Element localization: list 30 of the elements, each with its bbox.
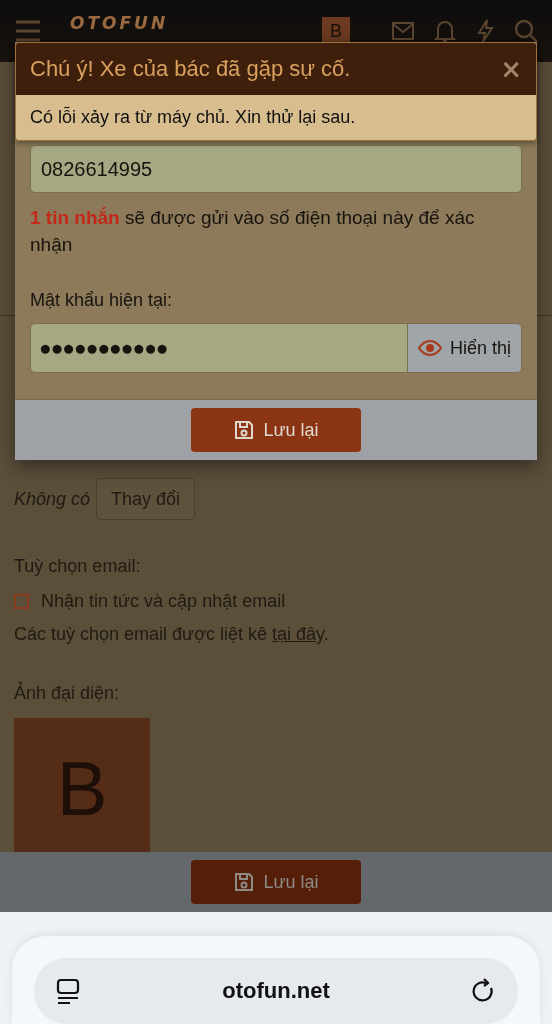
save-button[interactable]: Lưu lại bbox=[191, 860, 361, 904]
save-icon bbox=[233, 419, 256, 441]
password-label: Mật khẩu hiện tại: bbox=[30, 290, 174, 311]
password-field[interactable]: ●●●●●●●●●●● bbox=[30, 323, 408, 373]
here-link[interactable]: tại đây bbox=[271, 624, 324, 644]
email-options-note: Các tuỳ chọn email được liệt kê tại đây. bbox=[14, 624, 330, 645]
email-options-label: Tuỳ chọn email: bbox=[14, 556, 142, 577]
search-icon[interactable] bbox=[514, 19, 538, 43]
tabs-icon[interactable] bbox=[56, 978, 80, 1004]
newsletter-checkbox[interactable] bbox=[14, 594, 29, 609]
save-icon bbox=[233, 871, 256, 893]
site-logo[interactable]: OTOFUN bbox=[70, 13, 169, 33]
alert-title: Chú ý! Xe của bác đã gặp sự cố. bbox=[30, 56, 352, 82]
avatar-value: Không có bbox=[14, 488, 91, 510]
avatar-label: Ảnh đại diện: bbox=[14, 683, 121, 704]
address-bar[interactable]: otofun.net bbox=[34, 958, 518, 1024]
phone-field[interactable]: 0826614995 bbox=[30, 145, 522, 193]
sms-note: 1 tin nhắn sẽ được gửi vào số điện thoại này để xác nhận bbox=[30, 206, 476, 257]
change-button[interactable]: Thay đổi bbox=[96, 478, 196, 520]
eye-icon bbox=[417, 340, 442, 356]
show-password-button[interactable]: Hiển thị bbox=[407, 323, 522, 373]
menu-icon[interactable] bbox=[14, 19, 42, 43]
lightning-icon[interactable] bbox=[476, 19, 494, 43]
save-button[interactable]: Lưu lại bbox=[191, 408, 361, 452]
bell-icon[interactable] bbox=[434, 19, 456, 43]
reload-icon[interactable] bbox=[472, 978, 496, 1004]
close-button[interactable]: × bbox=[500, 54, 522, 84]
url-text[interactable]: otofun.net bbox=[90, 978, 462, 1004]
newsletter-label[interactable]: Nhận tin tức và cập nhật email bbox=[41, 591, 286, 612]
alert-message: Có lỗi xảy ra từ máy chủ. Xin thử lại sau. bbox=[16, 95, 536, 140]
